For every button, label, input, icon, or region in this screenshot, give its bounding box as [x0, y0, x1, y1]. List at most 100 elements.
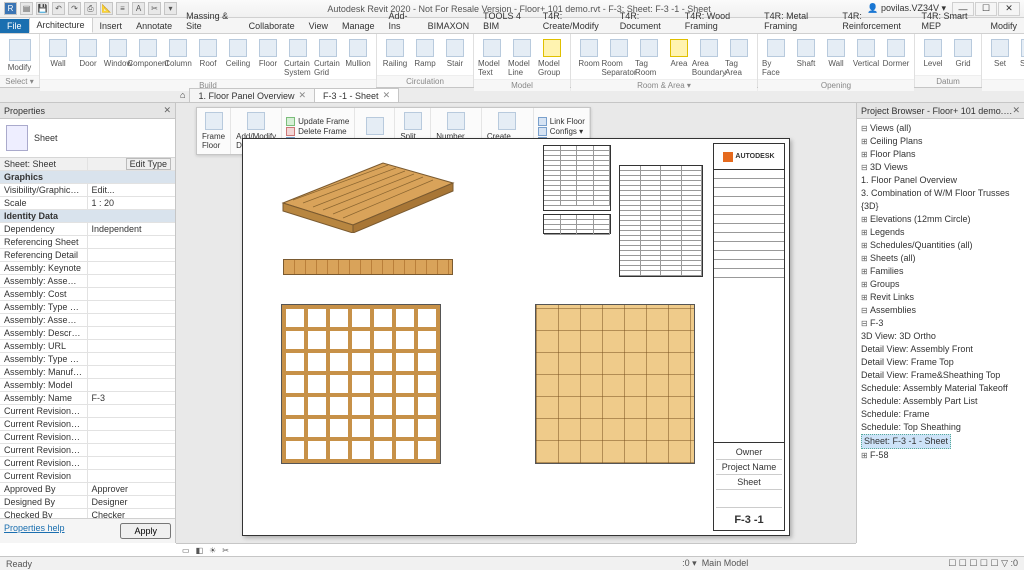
tree-node[interactable]: Sheet: F-3 -1 - Sheet [859, 434, 1022, 449]
model-group-button[interactable]: Model Group [538, 36, 566, 77]
qat-print-icon[interactable]: ⎙ [84, 2, 97, 15]
grid-button[interactable]: Grid [949, 36, 977, 73]
prop-value[interactable]: Approver [88, 483, 176, 495]
qat-redo-icon[interactable]: ↷ [68, 2, 81, 15]
schedule-3[interactable] [619, 165, 703, 277]
view-control-bar[interactable]: ▭ ◧ ☀ ✂ [176, 543, 856, 556]
tree-node[interactable]: Detail View: Assembly Front [859, 343, 1022, 356]
prop-value[interactable] [88, 444, 176, 456]
railing-button[interactable]: Railing [381, 36, 409, 73]
prop-value[interactable]: 1 : 20 [88, 197, 176, 209]
tree-node[interactable]: Legends [859, 226, 1022, 239]
prop-value[interactable] [88, 314, 176, 326]
workset-selector[interactable]: :0 ▾ Main Model [682, 558, 748, 569]
tree-node[interactable]: Detail View: Frame Top [859, 356, 1022, 369]
tree-node[interactable]: Schedule: Assembly Material Takeoff [859, 382, 1022, 395]
room-button[interactable]: Room [575, 36, 603, 77]
prop-row[interactable]: Approved ByApprover [0, 483, 175, 496]
configs--button[interactable]: Configs ▾ [538, 127, 585, 136]
by-face-button[interactable]: By Face [762, 36, 790, 77]
ribbon-tab-architecture[interactable]: Architecture [29, 17, 93, 33]
ramp-button[interactable]: Ramp [411, 36, 439, 73]
close-button[interactable]: ✕ [998, 2, 1020, 16]
title-block[interactable]: AUTODESK Owner Project Name Sheet F-3 -1 [713, 143, 785, 531]
room-area-panel-label[interactable]: Room & Area ▾ [571, 79, 757, 91]
prop-value[interactable] [88, 366, 176, 378]
tree-node[interactable]: {3D} [859, 200, 1022, 213]
prop-row[interactable]: Current Revision [0, 470, 175, 483]
qat-measure-icon[interactable]: 📐 [100, 2, 113, 15]
prop-row[interactable]: Assembly: Assembly Descr... [0, 275, 175, 288]
roof-button[interactable]: Roof [194, 36, 222, 77]
tag-room-button[interactable]: Tag Room [635, 36, 663, 77]
browser-close-icon[interactable]: ✕ [1012, 105, 1020, 116]
ribbon-tab-file[interactable]: File [0, 19, 29, 33]
ribbon-tab-bimaxon[interactable]: BIMAXON [421, 19, 477, 33]
wall-button[interactable]: Wall [44, 36, 72, 77]
tree-node[interactable]: Schedule: Assembly Part List [859, 395, 1022, 408]
area-boundary-button[interactable]: Area Boundary [695, 36, 723, 77]
tree-node[interactable]: F-58 [859, 449, 1022, 462]
tree-node[interactable]: Groups [859, 278, 1022, 291]
prop-value[interactable] [88, 301, 176, 313]
tree-node[interactable]: 3D Views [859, 161, 1022, 174]
ribbon-tab-tools-4-bim[interactable]: TOOLS 4 BIM [476, 9, 536, 33]
wall-button[interactable]: Wall [822, 36, 850, 77]
tag-area-button[interactable]: Tag Area [725, 36, 753, 77]
prop-value[interactable]: Checker [88, 509, 176, 518]
tree-node[interactable]: Schedule: Top Sheathing [859, 421, 1022, 434]
prop-row[interactable]: Assembly: NameF-3 [0, 392, 175, 405]
curtain-system-button[interactable]: Curtain System [284, 36, 312, 77]
qat-section-icon[interactable]: ✂ [148, 2, 161, 15]
edit-type-button[interactable]: Edit Type [126, 158, 171, 170]
prop-row[interactable]: Current Revision Description [0, 457, 175, 470]
tree-node[interactable]: 3. Combination of W/M Floor Trusses [859, 187, 1022, 200]
ribbon-tab-modify[interactable]: Modify [983, 19, 1024, 33]
view-tab[interactable]: 1. Floor Panel Overview✕ [189, 88, 315, 102]
ribbon-tab-collaborate[interactable]: Collaborate [242, 19, 302, 33]
prop-row[interactable]: Assembly: Cost [0, 288, 175, 301]
curtain-grid-button[interactable]: Curtain Grid [314, 36, 342, 77]
view-tab[interactable]: F-3 -1 - Sheet✕ [314, 88, 399, 102]
sheet-view[interactable]: AUTODESK Owner Project Name Sheet F-3 -1 [242, 138, 790, 536]
ribbon-tab-t4r-reinforcement[interactable]: T4R: Reinforcement [835, 9, 914, 33]
set-button[interactable]: Set [986, 36, 1014, 77]
ribbon-tab-insert[interactable]: Insert [93, 19, 130, 33]
prop-value[interactable] [88, 418, 176, 430]
prop-value[interactable] [88, 288, 176, 300]
ribbon-tab-manage[interactable]: Manage [335, 19, 382, 33]
frame-floor-button[interactable]: FrameFloor [197, 108, 231, 154]
prop-value[interactable] [88, 379, 176, 391]
prop-value[interactable] [88, 470, 176, 482]
revit-logo-icon[interactable]: R [4, 2, 17, 15]
filter-icons[interactable]: ☐ ☐ ☐ ☐ ☐ ▽ :0 [948, 558, 1018, 569]
tree-node[interactable]: Ceiling Plans [859, 135, 1022, 148]
ribbon-tab-annotate[interactable]: Annotate [129, 19, 179, 33]
tree-node[interactable]: Families [859, 265, 1022, 278]
prop-row[interactable]: Visibility/Graphics OverridesEdit... [0, 184, 175, 197]
ceiling-button[interactable]: Ceiling [224, 36, 252, 77]
ribbon-tab-t4r-smart-mep[interactable]: T4R: Smart MEP [914, 9, 983, 33]
tree-node[interactable]: Floor Plans [859, 148, 1022, 161]
properties-help-link[interactable]: Properties help [4, 523, 65, 539]
prop-row[interactable]: Designed ByDesigner [0, 496, 175, 509]
vc-visual-icon[interactable]: ☀ [209, 546, 216, 555]
prop-row[interactable]: Scale1 : 20 [0, 197, 175, 210]
qat-close-icon[interactable]: ▾ [164, 2, 177, 15]
prop-value[interactable] [88, 457, 176, 469]
viewport-sheathing-top[interactable] [535, 304, 695, 464]
qat-open-icon[interactable]: ▤ [20, 2, 33, 15]
prop-value[interactable] [88, 275, 176, 287]
prop-row[interactable]: Current Revision Issued To [0, 431, 175, 444]
ribbon-tab-t4r-metal-framing[interactable]: T4R: Metal Framing [757, 9, 835, 33]
tree-node[interactable]: Views (all) [859, 122, 1022, 135]
prop-row[interactable]: Current Revision Issued [0, 405, 175, 418]
tree-node[interactable]: Schedules/Quantities (all) [859, 239, 1022, 252]
ribbon-tab-add-ins[interactable]: Add-Ins [382, 9, 421, 33]
prop-row[interactable]: Current Revision Issued By [0, 418, 175, 431]
view-nav-home-icon[interactable]: ⌂ [180, 90, 185, 100]
prop-value[interactable] [88, 340, 176, 352]
qat-save-icon[interactable]: 💾 [36, 2, 49, 15]
level-button[interactable]: Level [919, 36, 947, 73]
prop-value[interactable] [88, 262, 176, 274]
